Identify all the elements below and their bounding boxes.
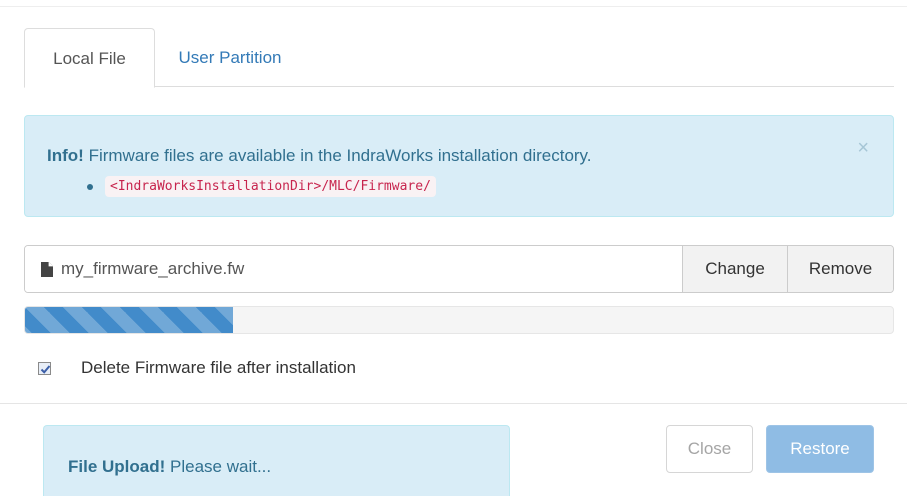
upload-status-strong: File Upload! [68,457,166,476]
close-icon[interactable]: × [857,138,869,158]
delete-firmware-label: Delete Firmware file after installation [81,358,356,377]
checkmark-icon [40,364,51,374]
upload-progress [24,306,894,334]
info-alert-message: Firmware files are available in the Indr… [88,146,592,165]
firmware-path-list: <IndraWorksInstallationDir>/MLC/Firmware… [87,176,436,197]
file-name-display[interactable]: my_firmware_archive.fw [25,246,682,292]
top-divider [0,6,907,7]
info-alert: Info! Firmware files are available in th… [24,115,894,217]
delete-option: Delete Firmware file after installation [38,358,356,378]
remove-button[interactable]: Remove [787,246,893,292]
info-alert-text: Info! Firmware files are available in th… [47,146,592,166]
close-button[interactable]: Close [666,425,753,473]
tab-user-partition[interactable]: User Partition [155,28,305,87]
upload-status-alert: File Upload! Please wait... [43,425,510,496]
change-button[interactable]: Change [682,246,787,292]
bullet-icon [87,183,93,190]
delete-firmware-checkbox[interactable] [38,361,51,375]
firmware-path: <IndraWorksInstallationDir>/MLC/Firmware… [105,176,436,197]
upload-status-message: Please wait... [170,457,272,476]
restore-button[interactable]: Restore [766,425,874,473]
file-icon [41,261,53,277]
file-input-group: my_firmware_archive.fw Change Remove [24,245,894,293]
footer-divider [0,403,907,404]
upload-progress-bar [25,307,234,333]
file-name: my_firmware_archive.fw [61,259,245,278]
source-tabs: Local File User Partition [24,28,894,88]
tab-local-file[interactable]: Local File [24,28,155,88]
info-alert-strong: Info! [47,146,84,165]
